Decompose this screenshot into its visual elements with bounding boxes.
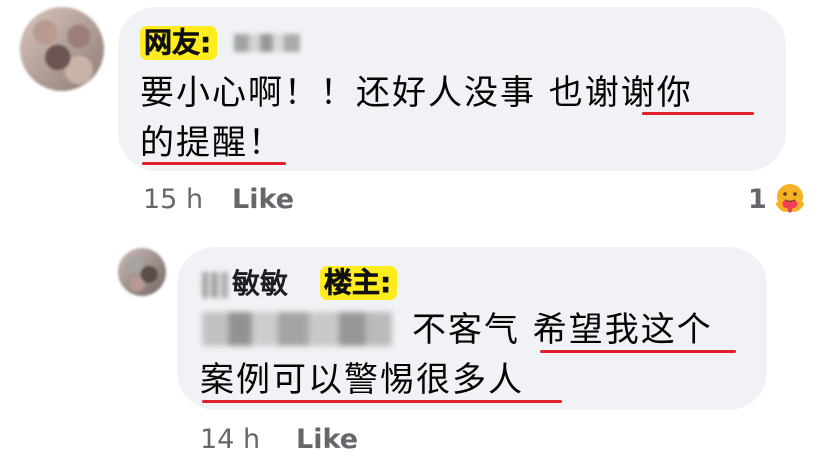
blurred-mention xyxy=(202,312,392,346)
comment-text-line-2: 的提醒！ xyxy=(140,123,284,163)
like-button[interactable]: Like xyxy=(232,184,294,216)
commenter-avatar[interactable] xyxy=(20,7,104,91)
care-emoji-icon[interactable] xyxy=(772,180,808,216)
reply-text-line-1: 不客气 希望我这个 xyxy=(412,310,713,350)
blurred-name-prefix xyxy=(202,272,228,298)
reply-text-line-2: 案例可以警惕很多人 xyxy=(200,360,524,400)
author-tag: 网友: xyxy=(140,26,218,60)
highlight-underline xyxy=(142,162,286,165)
comment-text-line-1: 要小心啊！！还好人没事 也谢谢你 xyxy=(140,73,693,113)
like-button[interactable]: Like xyxy=(296,424,358,456)
comment-timestamp[interactable]: 15 h xyxy=(143,184,203,216)
highlight-underline xyxy=(642,112,754,115)
reaction-count[interactable]: 1 xyxy=(748,184,767,216)
reply-timestamp[interactable]: 14 h xyxy=(200,424,260,456)
reply-author-name[interactable]: 敏敏 xyxy=(232,266,288,302)
author-tag: 楼主: xyxy=(320,266,398,300)
highlight-underline xyxy=(202,400,562,403)
blurred-author-name xyxy=(234,34,300,52)
highlight-underline xyxy=(540,350,736,353)
reply-avatar[interactable] xyxy=(118,248,166,296)
